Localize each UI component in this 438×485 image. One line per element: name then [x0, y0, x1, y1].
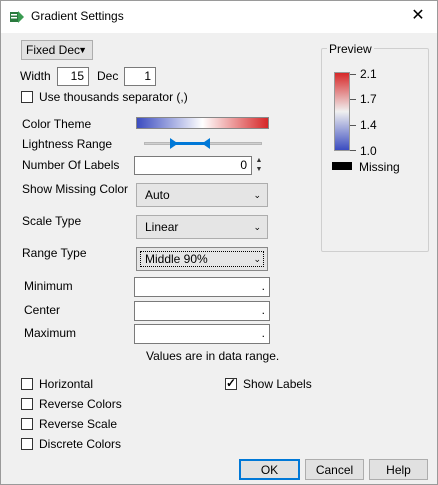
gradient-settings-dialog: Gradient Settings ✕ Fixed Dec ▼ Width 15…: [0, 0, 438, 485]
slider-handle-high[interactable]: [202, 138, 210, 149]
width-input[interactable]: 15: [57, 67, 89, 86]
reverse-scale-label: Reverse Scale: [39, 417, 118, 431]
number-of-labels-value: 0: [240, 158, 247, 172]
dec-value: 1: [144, 69, 151, 83]
reverse-scale-checkbox[interactable]: [21, 418, 33, 430]
number-of-labels-label: Number Of Labels: [22, 158, 120, 172]
horizontal-label: Horizontal: [39, 377, 94, 391]
range-type-label: Range Type: [22, 246, 87, 260]
range-type-dropdown[interactable]: Middle 90% ⌄: [136, 247, 268, 271]
scale-type-label: Scale Type: [22, 214, 82, 228]
missing-label: Missing: [359, 160, 400, 174]
values-note: Values are in data range.: [146, 349, 280, 363]
maximum-label: Maximum: [24, 326, 77, 340]
maximum-input[interactable]: .: [134, 324, 270, 344]
show-missing-color-label: Show Missing Color: [22, 182, 129, 196]
center-value: .: [261, 303, 265, 317]
minimum-value: .: [261, 279, 265, 293]
ok-button-label: OK: [260, 463, 279, 477]
preview-gradient-bar: [334, 72, 350, 151]
scale-type-value: Linear: [145, 220, 179, 234]
preview-tick-label: 1.4: [360, 118, 377, 132]
color-theme-gradient[interactable]: [136, 117, 269, 129]
preview-tick-label: 1.0: [360, 144, 377, 158]
preview-title: Preview: [327, 42, 374, 56]
horizontal-checkbox[interactable]: [21, 378, 33, 390]
preview-tick-label: 2.1: [360, 67, 377, 81]
show-missing-color-value: Auto: [145, 188, 170, 202]
format-dropdown[interactable]: Fixed Dec ▼: [21, 40, 93, 60]
show-labels-checkbox[interactable]: ✓: [225, 376, 237, 390]
preview-tick: [350, 150, 356, 151]
spinner-up-icon[interactable]: ▲: [254, 156, 264, 165]
lightness-range-label: Lightness Range: [22, 137, 113, 151]
show-labels-label: Show Labels: [243, 377, 312, 391]
title-bar: Gradient Settings ✕: [1, 1, 437, 33]
missing-color-swatch: [332, 162, 352, 170]
show-missing-color-dropdown[interactable]: Auto ⌄: [136, 183, 268, 207]
center-label: Center: [24, 303, 61, 317]
preview-tick: [350, 99, 356, 100]
dec-label: Dec: [97, 69, 119, 83]
minimum-label: Minimum: [24, 279, 73, 293]
discrete-colors-checkbox[interactable]: [21, 438, 33, 450]
checkmark-icon: ✓: [226, 376, 237, 390]
thousands-separator-label: Use thousands separator (,): [39, 90, 188, 104]
dec-input[interactable]: 1: [124, 67, 156, 86]
minimum-input[interactable]: .: [134, 277, 270, 297]
format-selected: Fixed Dec: [26, 43, 81, 57]
slider-handle-low[interactable]: [170, 138, 178, 149]
center-input[interactable]: .: [134, 301, 270, 321]
width-label: Width: [20, 69, 51, 83]
discrete-colors-label: Discrete Colors: [39, 437, 122, 451]
preview-tick-label: 1.7: [360, 92, 377, 106]
chevron-down-icon: ⌄: [253, 222, 261, 232]
caret-down-icon: ▼: [78, 45, 87, 55]
focus-rectangle: [140, 251, 264, 267]
slider-range: [176, 142, 206, 145]
number-of-labels-input[interactable]: 0: [134, 156, 252, 175]
spinner-down-icon[interactable]: ▼: [254, 165, 264, 174]
thousands-separator-checkbox[interactable]: [21, 91, 33, 103]
help-button[interactable]: Help: [369, 459, 428, 480]
width-value: 15: [70, 69, 84, 83]
help-button-label: Help: [386, 463, 411, 477]
reverse-colors-label: Reverse Colors: [39, 397, 122, 411]
maximum-value: .: [261, 326, 265, 340]
lightness-range-slider[interactable]: [144, 138, 262, 150]
color-theme-label: Color Theme: [22, 117, 92, 131]
close-icon[interactable]: ✕: [405, 5, 431, 29]
number-of-labels-spinner[interactable]: ▲ ▼: [254, 156, 264, 175]
reverse-colors-checkbox[interactable]: [21, 398, 33, 410]
cancel-button-label: Cancel: [315, 463, 354, 477]
app-icon: [9, 9, 25, 28]
chevron-down-icon: ⌄: [253, 254, 261, 264]
chevron-down-icon: ⌄: [253, 190, 261, 200]
preview-tick: [350, 125, 356, 126]
cancel-button[interactable]: Cancel: [305, 459, 364, 480]
ok-button[interactable]: OK: [239, 459, 300, 480]
scale-type-dropdown[interactable]: Linear ⌄: [136, 215, 268, 239]
window-title: Gradient Settings: [31, 9, 124, 23]
preview-tick: [350, 74, 356, 75]
